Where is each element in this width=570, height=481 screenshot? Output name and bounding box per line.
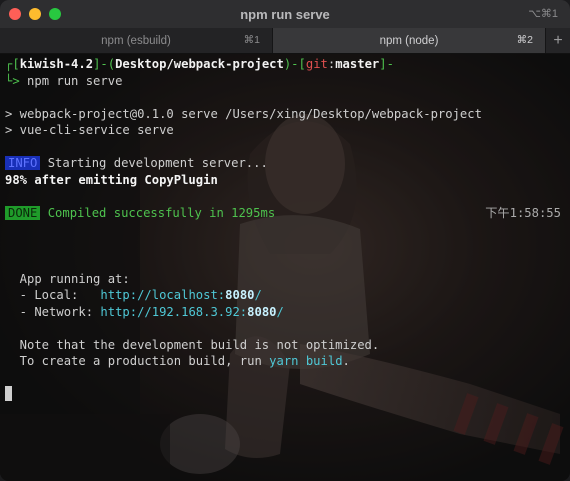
terminal-pane[interactable]: ┌[kiwish-4.2]-(Desktop/webpack-project)-… (0, 54, 570, 481)
network-url-line: - Network: http://192.168.3.92:8080/ (5, 304, 565, 321)
minimize-button[interactable] (29, 8, 41, 20)
output-line: > vue-cli-service serve (5, 123, 174, 137)
local-url-line: - Local: http://localhost:8080/ (5, 287, 565, 304)
local-port[interactable]: 8080 (225, 288, 254, 302)
info-text: Starting development server... (40, 156, 268, 170)
network-label: - Network: (5, 304, 101, 319)
input-line[interactable] (5, 386, 565, 403)
yarn-build-command: yarn build (269, 354, 343, 368)
local-label: - Local: (5, 288, 101, 302)
info-badge: INFO (5, 156, 41, 170)
tab-npm-esbuild[interactable]: npm (esbuild) ⌘1 (0, 28, 273, 53)
tab-shortcut: ⌘2 (516, 34, 533, 46)
text-cursor (5, 386, 12, 401)
prompt-user: kiwish-4.2 (19, 57, 94, 71)
prompt-line: ┌[kiwish-4.2]-(Desktop/webpack-project)-… (5, 56, 565, 73)
tab-label: npm (esbuild) (101, 34, 171, 47)
terminal-window: npm run serve ⌥⌘1 npm (esbuild) ⌘1 npm (… (0, 0, 570, 481)
local-url-suffix[interactable]: / (255, 288, 262, 302)
done-text: Compiled successfully in 1295ms (40, 205, 276, 220)
prompt-branch: master (335, 57, 380, 71)
note-line: Note that the development build is not o… (5, 337, 380, 352)
title-bar: npm run serve ⌥⌘1 (0, 0, 570, 28)
prompt-arrow: └> (5, 73, 20, 88)
command-line: └> npm run serve (5, 73, 565, 90)
progress-line: 98% after emitting CopyPlugin (5, 172, 218, 187)
prompt-close: ]- (379, 57, 394, 71)
prompt-bracket: ┌[ (5, 57, 20, 71)
note-period: . (342, 354, 350, 368)
prompt-git-label: git (305, 57, 328, 71)
tab-bar: npm (esbuild) ⌘1 npm (node) ⌘2 + (0, 28, 570, 54)
terminal-output: ┌[kiwish-4.2]-(Desktop/webpack-project)-… (5, 56, 565, 403)
prompt-sep: )-[ (283, 57, 306, 71)
window-controls (9, 8, 61, 20)
done-line: DONE Compiled successfully in 1295ms 下午1:… (5, 205, 565, 222)
network-url-suffix[interactable]: / (277, 305, 284, 319)
output-line: > webpack-project@0.1.0 serve /Users/xin… (5, 106, 482, 121)
network-port[interactable]: 8080 (247, 305, 276, 319)
done-badge: DONE (5, 205, 41, 220)
network-url[interactable]: http://192.168.3.92: (100, 305, 247, 319)
tab-shortcut: ⌘1 (243, 34, 260, 46)
tab-label: npm (node) (379, 34, 439, 47)
new-tab-button[interactable]: + (546, 28, 570, 53)
prompt-sep: ]-( (93, 57, 116, 71)
timestamp: 下午1:58:55 (485, 205, 561, 220)
prompt-path: Desktop/webpack-project (115, 57, 284, 71)
note-line: To create a production build, run yarn b… (5, 353, 565, 370)
command-text: npm run serve (19, 73, 123, 88)
note-text: To create a production build, run (5, 354, 270, 368)
app-running-line: App running at: (5, 271, 130, 286)
maximize-button[interactable] (49, 8, 61, 20)
info-line: INFO Starting development server... (5, 155, 565, 172)
local-url[interactable]: http://localhost: (100, 288, 225, 302)
window-shortcut: ⌥⌘1 (528, 8, 558, 20)
tab-npm-node[interactable]: npm (node) ⌘2 (273, 28, 546, 53)
close-button[interactable] (9, 8, 21, 20)
window-title: npm run serve (240, 6, 330, 22)
